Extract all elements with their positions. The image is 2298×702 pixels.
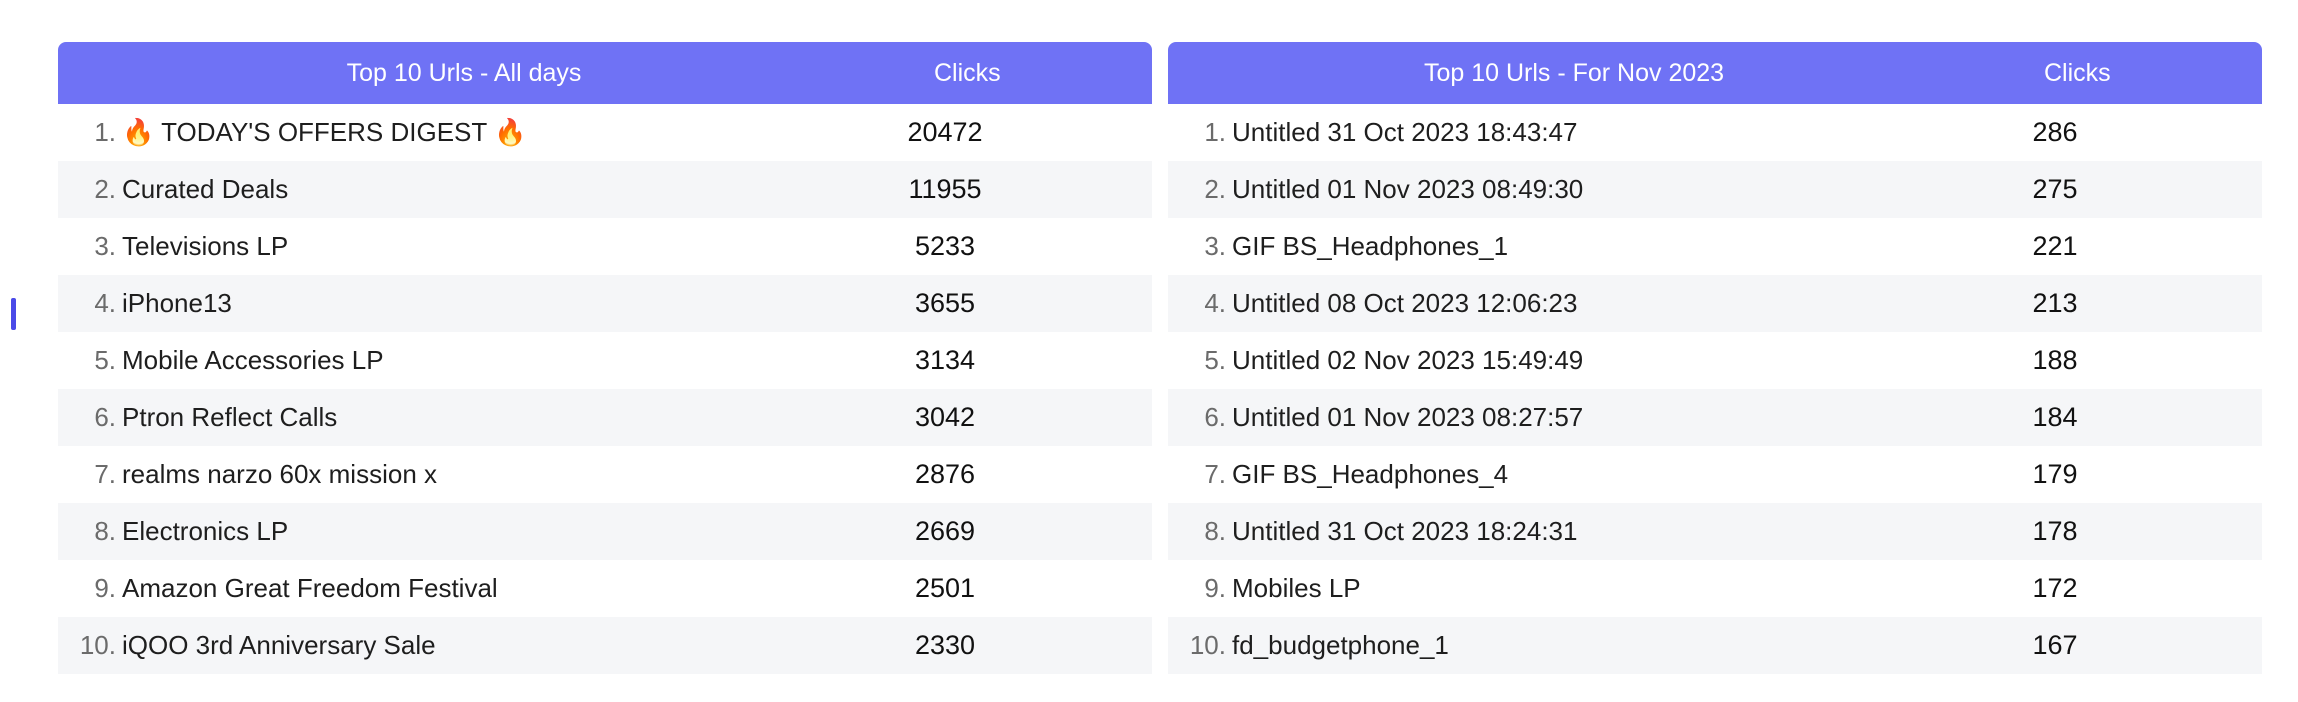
table-row[interactable]: 1. 🔥 TODAY'S OFFERS DIGEST 🔥 20472 — [58, 104, 1152, 161]
row-index: 2. — [94, 174, 116, 204]
click-count: 179 — [2032, 459, 2078, 489]
table-title: Top 10 Urls - All days — [346, 58, 582, 87]
table-row[interactable]: 6. Ptron Reflect Calls 3042 — [58, 389, 1152, 446]
table-row[interactable]: 3. Televisions LP 5233 — [58, 218, 1152, 275]
url-name[interactable]: fd_budgetphone_1 — [1232, 630, 1980, 661]
click-count: 2876 — [914, 459, 976, 489]
row-index: 5. — [94, 345, 116, 375]
row-index: 3. — [94, 231, 116, 261]
row-index: 6. — [1204, 402, 1226, 432]
url-name[interactable]: iPhone13 — [122, 288, 870, 319]
url-name[interactable]: Electronics LP — [122, 516, 870, 547]
table-row[interactable]: 6. Untitled 01 Nov 2023 08:27:57 184 — [1168, 389, 2262, 446]
url-name[interactable]: Untitled 08 Oct 2023 12:06:23 — [1232, 288, 1980, 319]
table-row[interactable]: 3. GIF BS_Headphones_1 221 — [1168, 218, 2262, 275]
row-index: 3. — [1204, 231, 1226, 261]
table-row[interactable]: 9. Amazon Great Freedom Festival 2501 — [58, 560, 1152, 617]
click-count: 2669 — [914, 516, 976, 546]
row-index: 10. — [1189, 630, 1226, 660]
click-count: 3042 — [914, 402, 976, 432]
table-row[interactable]: 4. iPhone13 3655 — [58, 275, 1152, 332]
row-index: 9. — [1204, 573, 1226, 603]
table-header: Top 10 Urls - All days Clicks — [58, 42, 1152, 104]
row-index: 7. — [1204, 459, 1226, 489]
row-index: 2. — [1204, 174, 1226, 204]
row-index: 10. — [79, 630, 116, 660]
url-name[interactable]: iQOO 3rd Anniversary Sale — [122, 630, 870, 661]
click-count: 2330 — [914, 630, 976, 660]
row-index: 9. — [94, 573, 116, 603]
click-count: 167 — [2032, 630, 2078, 660]
row-index: 5. — [1204, 345, 1226, 375]
table-row[interactable]: 8. Electronics LP 2669 — [58, 503, 1152, 560]
row-index: 4. — [1204, 288, 1226, 318]
url-name[interactable]: Mobiles LP — [1232, 573, 1980, 604]
url-name[interactable]: Amazon Great Freedom Festival — [122, 573, 870, 604]
url-name[interactable]: realms narzo 60x mission x — [122, 459, 870, 490]
table-header: Top 10 Urls - For Nov 2023 Clicks — [1168, 42, 2262, 104]
table-row[interactable]: 7. GIF BS_Headphones_4 179 — [1168, 446, 2262, 503]
url-name[interactable]: Mobile Accessories LP — [122, 345, 870, 376]
url-name[interactable]: GIF BS_Headphones_1 — [1232, 231, 1980, 262]
table-row[interactable]: 2. Untitled 01 Nov 2023 08:49:30 275 — [1168, 161, 2262, 218]
url-name[interactable]: Curated Deals — [122, 174, 870, 205]
table-row[interactable]: 10. iQOO 3rd Anniversary Sale 2330 — [58, 617, 1152, 674]
click-count: 2501 — [914, 573, 976, 603]
clicks-column-header[interactable]: Clicks — [870, 59, 1152, 88]
url-name[interactable]: GIF BS_Headphones_4 — [1232, 459, 1980, 490]
table-title: Top 10 Urls - For Nov 2023 — [1423, 58, 1725, 87]
url-name[interactable]: Untitled 01 Nov 2023 08:27:57 — [1232, 402, 1980, 433]
row-index: 1. — [94, 117, 116, 147]
click-count: 11955 — [908, 174, 982, 204]
table-row[interactable]: 9. Mobiles LP 172 — [1168, 560, 2262, 617]
clicks-column-header[interactable]: Clicks — [1980, 59, 2262, 88]
table-row[interactable]: 8. Untitled 31 Oct 2023 18:24:31 178 — [1168, 503, 2262, 560]
url-name[interactable]: Televisions LP — [122, 231, 870, 262]
table-row[interactable]: 5. Mobile Accessories LP 3134 — [58, 332, 1152, 389]
click-count: 286 — [2032, 117, 2078, 147]
row-index: 8. — [1204, 516, 1226, 546]
click-count: 172 — [2032, 573, 2078, 603]
click-count: 184 — [2032, 402, 2078, 432]
click-count: 5233 — [914, 231, 976, 261]
url-name[interactable]: 🔥 TODAY'S OFFERS DIGEST 🔥 — [122, 117, 870, 148]
url-name[interactable]: Untitled 02 Nov 2023 15:49:49 — [1232, 345, 1980, 376]
top-urls-nov-2023-table: Top 10 Urls - For Nov 2023 Clicks 1. Unti… — [1168, 42, 2262, 674]
table-row[interactable]: 2. Curated Deals 11955 — [58, 161, 1152, 218]
url-name[interactable]: Ptron Reflect Calls — [122, 402, 870, 433]
click-count: 3655 — [914, 288, 976, 318]
row-index: 6. — [94, 402, 116, 432]
click-count: 20472 — [907, 117, 983, 147]
row-index: 1. — [1204, 117, 1226, 147]
click-count: 188 — [2032, 345, 2078, 375]
click-count: 275 — [2032, 174, 2078, 204]
click-count: 213 — [2032, 288, 2078, 318]
click-count: 3134 — [914, 345, 976, 375]
table-body: 1. 🔥 TODAY'S OFFERS DIGEST 🔥 20472 2. Curate… — [58, 104, 1152, 674]
url-name[interactable]: Untitled 31 Oct 2023 18:43:47 — [1232, 117, 1980, 148]
table-row[interactable]: 7. realms narzo 60x mission x 2876 — [58, 446, 1152, 503]
table-row[interactable]: 5. Untitled 02 Nov 2023 15:49:49 188 — [1168, 332, 2262, 389]
row-index: 4. — [94, 288, 116, 318]
row-index: 8. — [94, 516, 116, 546]
table-row[interactable]: 10. fd_budgetphone_1 167 — [1168, 617, 2262, 674]
side-scroll-indicator — [11, 298, 16, 330]
top-urls-all-days-table: Top 10 Urls - All days Clicks 1. 🔥 TODAY'… — [58, 42, 1152, 674]
table-row[interactable]: 4. Untitled 08 Oct 2023 12:06:23 213 — [1168, 275, 2262, 332]
click-count: 221 — [2032, 231, 2078, 261]
table-row[interactable]: 1. Untitled 31 Oct 2023 18:43:47 286 — [1168, 104, 2262, 161]
table-body: 1. Untitled 31 Oct 2023 18:43:47 286 2. Unti… — [1168, 104, 2262, 674]
url-name[interactable]: Untitled 31 Oct 2023 18:24:31 — [1232, 516, 1980, 547]
row-index: 7. — [94, 459, 116, 489]
url-name[interactable]: Untitled 01 Nov 2023 08:49:30 — [1232, 174, 1980, 205]
click-count: 178 — [2032, 516, 2078, 546]
